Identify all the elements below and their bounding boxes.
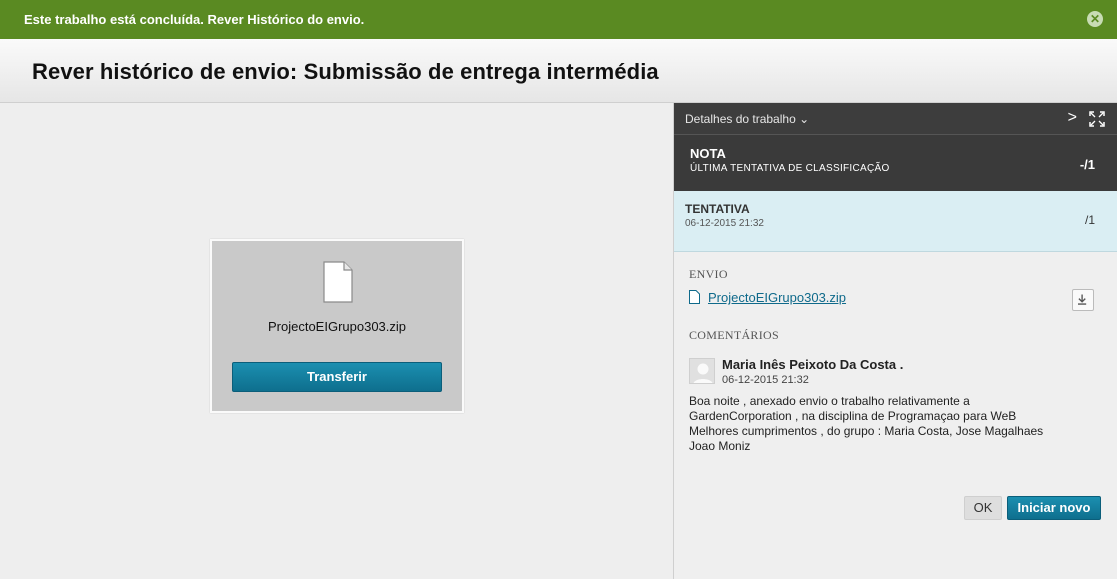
grade-value: -/1	[1079, 157, 1095, 172]
file-preview-area: ProjectoEIGrupo303.zip Transferir	[0, 104, 673, 579]
attempt-row[interactable]: TENTATIVA 06-12-2015 21:32 /1	[674, 191, 1117, 252]
file-card: ProjectoEIGrupo303.zip Transferir	[210, 239, 464, 413]
comment-date: 06-12-2015 21:32	[722, 374, 809, 386]
ok-button[interactable]: OK	[964, 496, 1002, 520]
close-icon[interactable]: ✕	[1087, 11, 1103, 27]
start-new-button[interactable]: Iniciar novo	[1007, 496, 1101, 520]
details-header: Detalhes do trabalho ⌄ >	[674, 103, 1117, 134]
download-icon[interactable]	[1072, 289, 1094, 311]
banner-message: Este trabalho está concluída. Rever Hist…	[24, 12, 365, 27]
page-title: Rever histórico de envio: Submissão de e…	[32, 59, 659, 84]
attempt-date: 06-12-2015 21:32	[685, 218, 764, 229]
document-icon	[323, 261, 353, 303]
download-arrow-icon	[1078, 294, 1087, 305]
grade-subtitle: ÚLTIMA TENTATIVA DE CLASSIFICAÇÃO	[690, 163, 890, 174]
expand-icon[interactable]	[1089, 111, 1105, 127]
preview-file-name: ProjectoEIGrupo303.zip	[267, 319, 407, 334]
grade-title: NOTA	[690, 146, 726, 161]
comment-author: Maria Inês Peixoto Da Costa .	[722, 357, 904, 372]
comment-line: Melhores cumprimentos , do grupo : Maria…	[689, 424, 1044, 438]
chevron-right-icon[interactable]: >	[1068, 109, 1077, 127]
success-banner: Este trabalho está concluída. Rever Hist…	[0, 0, 1117, 39]
grade-section: NOTA ÚLTIMA TENTATIVA DE CLASSIFICAÇÃO -…	[674, 134, 1117, 191]
title-bar: Rever histórico de envio: Submissão de e…	[0, 39, 1117, 103]
submission-file: ProjectoEIGrupo303.zip	[689, 290, 846, 305]
details-dropdown[interactable]: Detalhes do trabalho ⌄	[685, 112, 809, 126]
avatar	[689, 358, 715, 384]
submission-file-link[interactable]: ProjectoEIGrupo303.zip	[708, 290, 846, 305]
attempt-title: TENTATIVA	[685, 202, 750, 216]
comment-line: Boa noite , anexado envio o trabalho rel…	[689, 394, 970, 408]
details-panel: Detalhes do trabalho ⌄ > NOTA ÚLTIMA TEN…	[673, 103, 1117, 579]
comment-line: Joao Moniz	[689, 439, 751, 453]
comment-text: Boa noite , anexado envio o trabalho rel…	[689, 394, 1109, 454]
comment-line: GardenCorporation , na disciplina de Pro…	[689, 409, 1017, 423]
attempt-value: /1	[1084, 213, 1095, 227]
comments-label: COMENTÁRIOS	[689, 328, 779, 342]
transfer-button[interactable]: Transferir	[232, 362, 442, 392]
submission-label: ENVIO	[689, 267, 728, 281]
file-icon	[689, 290, 700, 304]
